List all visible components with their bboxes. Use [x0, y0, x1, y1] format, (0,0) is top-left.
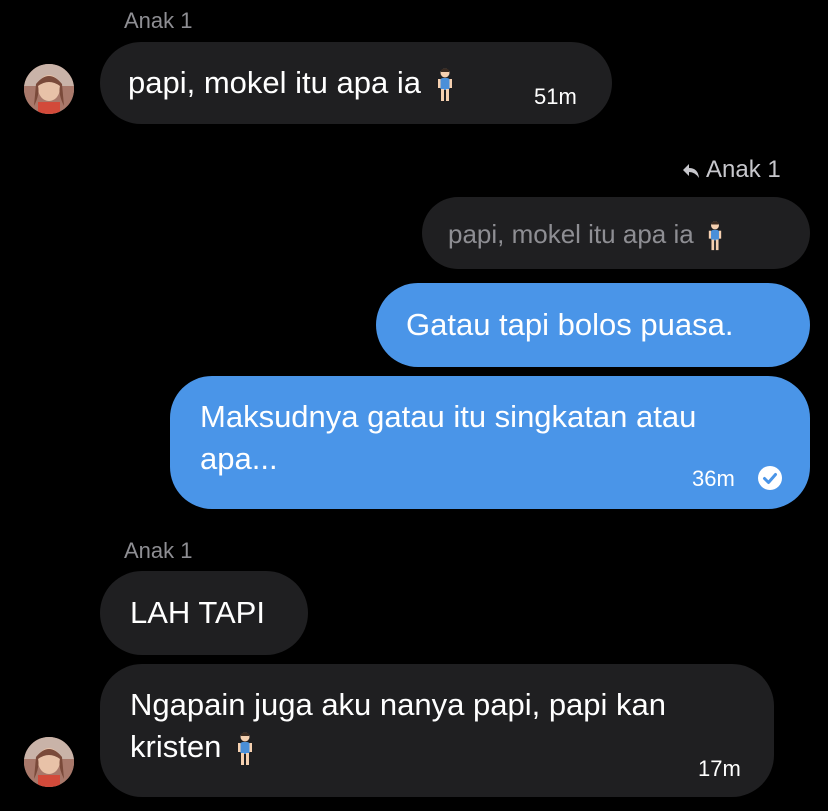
person-standing-emoji	[708, 221, 722, 251]
message-text: papi, mokel itu apa ia	[128, 65, 421, 100]
message-timestamp: 51m	[534, 84, 577, 109]
avatar-photo	[24, 737, 74, 787]
reply-arrow-icon	[683, 164, 699, 178]
read-check-icon	[758, 466, 782, 490]
reply-to-label[interactable]: Anak 1	[682, 156, 781, 184]
message-bubble-incoming[interactable]: LAH TAPI	[100, 571, 308, 655]
message-bubble-incoming[interactable]: Ngapain juga aku nanya papi, papi kan kr…	[100, 664, 774, 797]
reply-to-name: Anak 1	[706, 156, 781, 183]
message-text-line: kristen	[130, 729, 222, 764]
avatar-photo	[24, 64, 74, 114]
sender-name: Anak 1	[124, 8, 193, 33]
message-bubble-outgoing[interactable]: Gatau tapi bolos puasa.	[376, 283, 810, 367]
quoted-message[interactable]: papi, mokel itu apa ia	[422, 197, 810, 269]
message-timestamp: 17m	[698, 756, 741, 781]
message-text: Gatau tapi bolos puasa.	[406, 307, 734, 342]
quoted-text: papi, mokel itu apa ia	[448, 219, 694, 249]
avatar[interactable]	[24, 64, 74, 114]
message-timestamp: 36m	[692, 466, 735, 491]
person-standing-emoji	[237, 732, 252, 765]
sender-name: Anak 1	[124, 538, 193, 563]
message-text-line: Maksudnya gatau itu singkatan atau	[200, 399, 697, 434]
message-bubble-incoming[interactable]: papi, mokel itu apa ia	[100, 42, 612, 124]
avatar[interactable]	[24, 737, 74, 787]
person-standing-emoji	[437, 68, 452, 101]
message-text-line: Ngapain juga aku nanya papi, papi kan	[130, 687, 667, 722]
message-text: LAH TAPI	[130, 595, 265, 630]
